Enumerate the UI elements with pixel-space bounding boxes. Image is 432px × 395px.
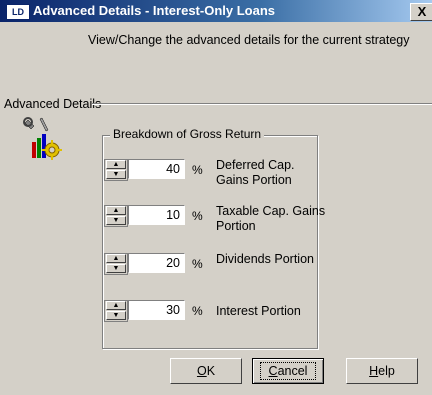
ok-button[interactable]: OK [170,358,242,384]
row-deferred-cap-gains: ▲ ▼ 40 % Deferred Cap. Gains Portion [104,154,324,188]
tools-icon [20,116,68,164]
help-label: elp [378,364,395,378]
ok-accel: O [196,364,207,378]
cancel-focus: Cancel [259,362,317,380]
spinner-down-icon[interactable]: ▼ [106,264,126,273]
dividends-spinner[interactable]: ▲ ▼ [104,253,128,275]
row-dividends: ▲ ▼ 20 % Dividends Portion [104,248,324,282]
spinner-up-icon[interactable]: ▲ [106,301,126,310]
breakdown-group-title: Breakdown of Gross Return [110,127,265,141]
percent-label: % [192,257,203,271]
spinner-up-icon[interactable]: ▲ [106,206,126,215]
interest-input[interactable]: 30 [128,300,185,320]
percent-label: % [192,163,203,177]
dividends-input[interactable]: 20 [128,253,185,273]
spinner-down-icon[interactable]: ▼ [106,216,126,225]
spinner-down-icon[interactable]: ▼ [106,311,126,320]
deferred-cap-gains-spinner[interactable]: ▲ ▼ [104,159,128,181]
window-title: Advanced Details - Interest-Only Loans [33,3,276,18]
dividends-label: Dividends Portion [216,252,314,266]
interest-label: Interest Portion [216,304,301,318]
title-bar[interactable]: LD Advanced Details - Interest-Only Loan… [0,0,432,22]
taxable-cap-gains-spinner[interactable]: ▲ ▼ [104,205,128,227]
ok-label: K [206,364,216,378]
deferred-cap-gains-label: Deferred Cap. Gains Portion [216,158,295,187]
section-divider [92,103,432,105]
interest-spinner[interactable]: ▲ ▼ [104,300,128,322]
cancel-accel: C [268,364,278,378]
app-icon: LD [6,4,30,20]
row-taxable-cap-gains: ▲ ▼ 10 % Taxable Cap. Gains Portion [104,200,326,234]
taxable-cap-gains-label: Taxable Cap. Gains Portion [216,204,326,233]
taxable-cap-gains-input[interactable]: 10 [128,205,185,225]
close-button[interactable]: X [410,3,432,21]
row-interest: ▲ ▼ 30 % Interest Portion [104,295,324,329]
cancel-button[interactable]: Cancel [252,358,324,384]
help-accel: H [369,364,379,378]
description-text: View/Change the advanced details for the… [88,33,410,47]
cancel-label: ancel [277,364,308,378]
deferred-cap-gains-input[interactable]: 40 [128,159,185,179]
help-button[interactable]: Help [346,358,418,384]
percent-label: % [192,304,203,318]
spinner-up-icon[interactable]: ▲ [106,160,126,169]
spinner-up-icon[interactable]: ▲ [106,254,126,263]
percent-label: % [192,209,203,223]
spinner-down-icon[interactable]: ▼ [106,170,126,179]
section-label: Advanced Details [4,97,102,111]
